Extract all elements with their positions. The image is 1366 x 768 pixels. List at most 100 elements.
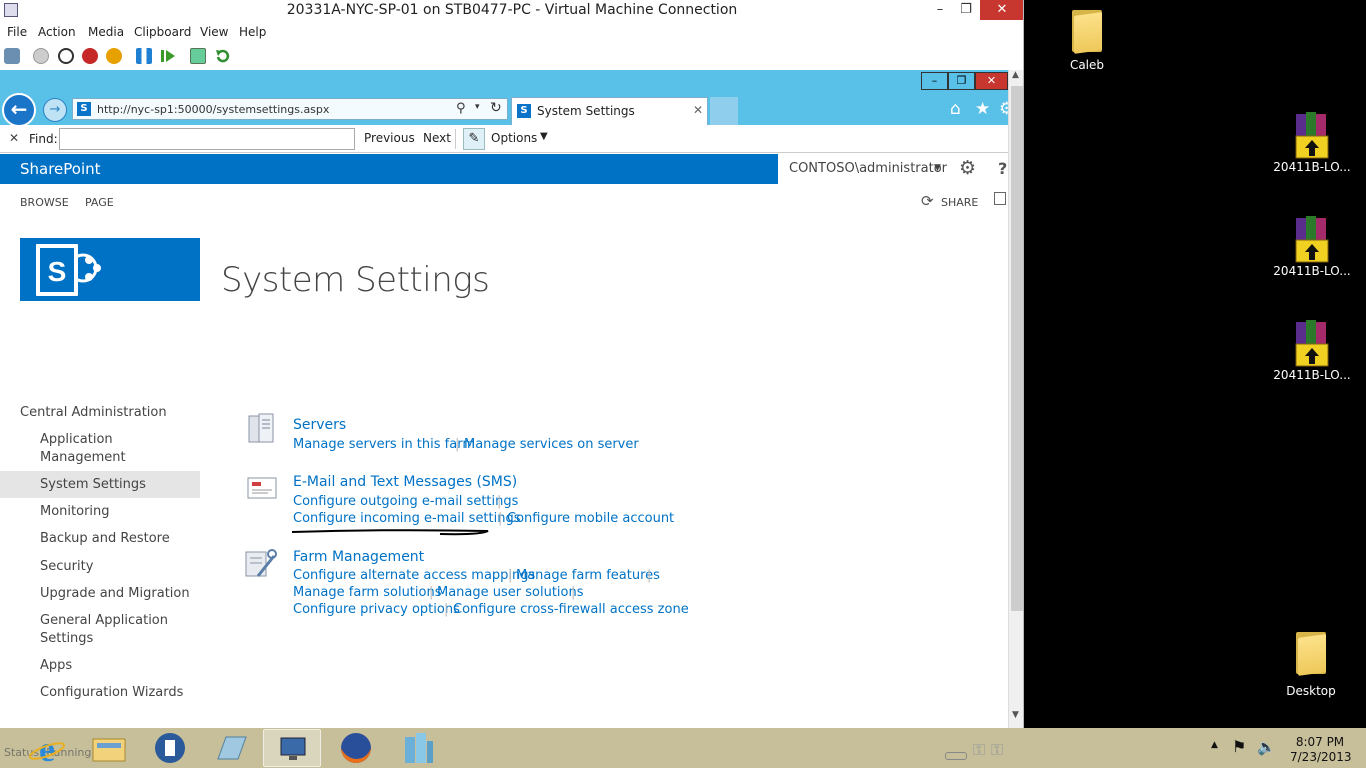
find-close-icon[interactable]: ✕ xyxy=(9,131,19,145)
configure-outgoing-email-link[interactable]: Configure outgoing e-mail settings xyxy=(293,494,518,509)
search-icon[interactable]: ⚲ xyxy=(456,101,466,116)
configure-incoming-email-link[interactable]: Configure incoming e-mail settings xyxy=(293,511,521,526)
tab-close-icon[interactable]: ✕ xyxy=(693,103,703,117)
volume-icon[interactable]: 🔈 xyxy=(1257,738,1276,756)
taskbar-server-manager-button[interactable] xyxy=(389,729,447,767)
desktop-icon-caleb[interactable]: Caleb xyxy=(1062,8,1112,72)
ql-monitoring[interactable]: Monitoring xyxy=(40,503,110,521)
menu-action[interactable]: Action xyxy=(38,25,76,39)
manage-farm-features-link[interactable]: Manage farm features xyxy=(516,568,660,583)
desktop-icon-archive-3[interactable]: 20411B-LO... xyxy=(1272,318,1352,382)
sharepoint-brand[interactable]: SharePoint xyxy=(20,160,101,178)
restore-button[interactable]: ❐ xyxy=(954,0,978,20)
desktop-icon-archive-2[interactable]: 20411B-LO... xyxy=(1272,214,1352,278)
help-icon[interactable]: ? xyxy=(998,159,1007,178)
back-button[interactable]: ← xyxy=(2,93,36,127)
shut-down-icon[interactable] xyxy=(82,48,98,64)
start-icon[interactable] xyxy=(33,48,49,64)
find-options-button[interactable]: Options xyxy=(491,131,537,145)
show-hidden-icons-icon[interactable]: ▲ xyxy=(1211,740,1218,750)
ie-frame: – ❐ ✕ ← → S http://nyc-sp1:50000/systems… xyxy=(0,70,1014,127)
taskbar-vm-connection-button[interactable] xyxy=(263,729,321,767)
configure-privacy-options-link[interactable]: Configure privacy options xyxy=(293,602,460,617)
highlight-pencil-icon[interactable]: ✎ xyxy=(463,128,485,150)
site-logo[interactable]: S xyxy=(20,238,200,301)
ql-configuration-wizards[interactable]: Configuration Wizards xyxy=(40,684,183,702)
resume-icon[interactable] xyxy=(160,48,176,64)
turn-off-icon[interactable] xyxy=(58,48,74,64)
minimize-button[interactable]: – xyxy=(928,0,952,20)
ctrl-alt-del-icon[interactable] xyxy=(4,48,20,64)
focus-on-content-icon[interactable] xyxy=(994,192,1006,205)
manage-servers-link[interactable]: Manage servers in this farm xyxy=(293,437,475,452)
screen: 20331A-NYC-SP-01 on STB0477-PC - Virtual… xyxy=(0,0,1366,768)
vm-title-bar: 20331A-NYC-SP-01 on STB0477-PC - Virtual… xyxy=(0,0,1023,22)
snapshot-icon[interactable] xyxy=(190,48,206,64)
manage-user-solutions-link[interactable]: Manage user solutions xyxy=(437,585,584,600)
favorites-icon[interactable]: ★ xyxy=(975,99,990,119)
ie-close-button[interactable]: ✕ xyxy=(975,72,1008,90)
refresh-icon[interactable]: ↻ xyxy=(490,100,502,116)
configure-aam-link[interactable]: Configure alternate access mappings xyxy=(293,568,535,583)
ql-application-management[interactable]: Application Management xyxy=(40,431,170,467)
email-sms-heading[interactable]: E-Mail and Text Messages (SMS) xyxy=(293,474,517,490)
ie-minimize-button[interactable]: – xyxy=(921,72,948,90)
dropdown-icon[interactable]: ▾ xyxy=(475,102,480,112)
taskbar-app-button[interactable] xyxy=(141,729,199,767)
ql-apps[interactable]: Apps xyxy=(40,657,72,675)
user-menu[interactable]: CONTOSO\administrator ▼ ⚙ ? xyxy=(778,154,1008,184)
taskbar: Status: Running e ⚿ ⚿ ▲ ⚑ 🔈 xyxy=(0,728,1366,768)
menu-media[interactable]: Media xyxy=(88,25,124,39)
ie-restore-button[interactable]: ❐ xyxy=(948,72,975,90)
revert-icon[interactable] xyxy=(214,48,230,64)
taskbar-explorer-button[interactable] xyxy=(80,729,138,767)
action-center-flag-icon[interactable]: ⚑ xyxy=(1232,737,1246,756)
ql-security[interactable]: Security xyxy=(40,558,93,576)
find-previous-button[interactable]: Previous xyxy=(364,131,415,145)
menu-clipboard[interactable]: Clipboard xyxy=(134,25,191,39)
taskbar-notepad-button[interactable] xyxy=(202,729,260,767)
taskbar-firefox-button[interactable] xyxy=(327,729,385,767)
settings-gear-icon[interactable]: ⚙ xyxy=(959,157,976,179)
sharepoint-favicon: S xyxy=(77,102,91,116)
menu-help[interactable]: Help xyxy=(239,25,266,39)
forward-button[interactable]: → xyxy=(43,98,67,122)
ql-upgrade-and-migration[interactable]: Upgrade and Migration xyxy=(40,585,190,603)
system-clock[interactable]: 8:07 PM 7/23/2013 xyxy=(1290,735,1352,765)
share-button[interactable]: SHARE xyxy=(941,196,978,209)
manage-services-link[interactable]: Manage services on server xyxy=(464,437,639,452)
save-state-icon[interactable] xyxy=(106,48,122,64)
scroll-down-icon[interactable]: ▼ xyxy=(1012,710,1019,720)
tab-browse[interactable]: BROWSE xyxy=(20,196,69,209)
ql-central-administration[interactable]: Central Administration xyxy=(20,404,167,422)
desktop-icon-desktop[interactable]: Desktop xyxy=(1286,630,1336,698)
desktop-icon-archive-1[interactable]: 20411B-LO... xyxy=(1272,110,1352,174)
configure-mobile-account-link[interactable]: Configure mobile account xyxy=(507,511,674,526)
farm-management-heading[interactable]: Farm Management xyxy=(293,549,424,565)
find-divider xyxy=(455,129,456,149)
vertical-scrollbar[interactable]: ▲ ▼ xyxy=(1008,70,1023,728)
find-input[interactable] xyxy=(59,128,355,150)
address-bar[interactable]: S http://nyc-sp1:50000/systemsettings.as… xyxy=(72,98,508,120)
ql-general-application-settings[interactable]: General Application Settings xyxy=(40,612,175,648)
pause-icon[interactable] xyxy=(136,48,152,64)
servers-heading[interactable]: Servers xyxy=(293,417,346,433)
configure-cross-firewall-link[interactable]: Configure cross-firewall access zone xyxy=(453,602,689,617)
buildings-icon xyxy=(405,733,433,763)
taskbar-ie-button[interactable]: e xyxy=(18,729,76,768)
scroll-up-icon[interactable]: ▲ xyxy=(1012,70,1019,80)
new-tab-button[interactable] xyxy=(710,97,738,125)
ql-backup-and-restore[interactable]: Backup and Restore xyxy=(40,530,170,548)
home-icon[interactable]: ⌂ xyxy=(950,99,961,119)
ql-system-settings[interactable]: System Settings xyxy=(40,476,146,494)
find-next-button[interactable]: Next xyxy=(423,131,451,145)
close-button[interactable]: ✕ xyxy=(980,0,1023,20)
menu-view[interactable]: View xyxy=(200,25,228,39)
scroll-thumb[interactable] xyxy=(1011,86,1023,611)
options-chevron-down-icon: ▼ xyxy=(540,131,548,142)
tab-page[interactable]: PAGE xyxy=(85,196,114,209)
manage-farm-solutions-link[interactable]: Manage farm solutions xyxy=(293,585,441,600)
menu-file[interactable]: File xyxy=(7,25,27,39)
tab-system-settings[interactable]: S System Settings ✕ xyxy=(511,97,708,125)
share-icon[interactable]: ⟳ xyxy=(921,192,934,210)
